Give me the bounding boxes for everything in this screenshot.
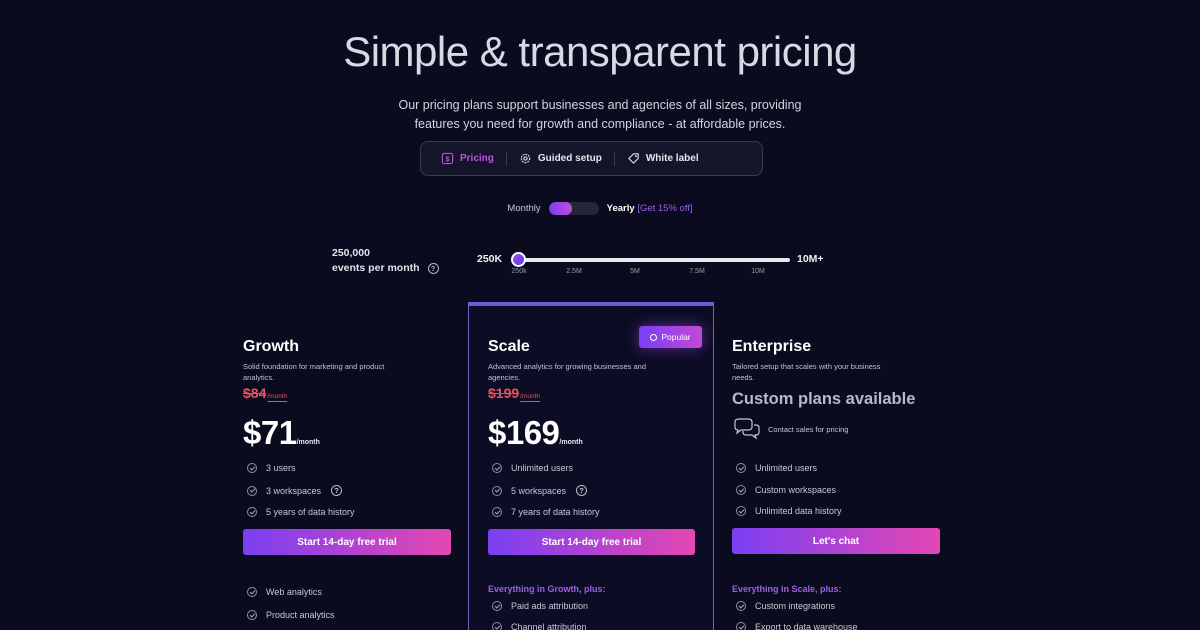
gear-icon <box>520 153 531 164</box>
events-slider-thumb[interactable] <box>511 252 526 267</box>
plan-name: Growth <box>243 338 299 355</box>
check-icon <box>736 485 746 495</box>
discount-label: [Get 15% off] <box>637 203 693 214</box>
feature-item: Custom integrations <box>736 601 835 611</box>
billing-toggle-row: Monthly Yearly [Get 15% off] <box>0 202 1200 215</box>
slider-min-label: 250K <box>477 253 503 265</box>
feature-item: Unlimited users <box>492 463 573 473</box>
tab-white-label[interactable]: White label <box>615 149 711 169</box>
toggle-fill <box>548 202 572 215</box>
feature-item: 7 years of data history <box>492 507 600 517</box>
feature-item: Custom workspaces <box>736 485 836 495</box>
section-title: Everything in Growth, plus: <box>488 584 606 594</box>
start-trial-button[interactable]: Start 14-day free trial <box>488 529 695 555</box>
check-icon <box>247 610 257 620</box>
monthly-label[interactable]: Monthly <box>507 203 540 214</box>
lets-chat-button[interactable]: Let's chat <box>732 528 940 554</box>
help-icon[interactable]: ? <box>576 485 588 496</box>
billing-toggle[interactable] <box>548 202 599 215</box>
popular-badge: Popular <box>639 326 702 348</box>
slider-tick: 7.5M <box>689 268 705 275</box>
tab-guided-setup[interactable]: Guided setup <box>507 149 614 169</box>
slider-tick: 2.5M <box>566 268 582 275</box>
feature-item: Unlimited data history <box>736 506 842 516</box>
contact-sales: Contact sales for pricing <box>732 418 848 440</box>
check-icon <box>492 507 502 517</box>
plan-description: Tailored setup that scales with your bus… <box>732 362 881 382</box>
feature-item: 5 years of data history <box>247 507 355 517</box>
pricing-tabs: $ Pricing Guided setup White label <box>420 141 763 176</box>
check-icon <box>247 587 257 597</box>
tag-icon <box>628 153 639 164</box>
feature-item: 3 users <box>247 463 296 473</box>
events-value: 250,000 <box>332 247 370 259</box>
feature-item: Product analytics <box>247 610 335 620</box>
page-subtitle: Our pricing plans support businesses and… <box>398 98 802 131</box>
plan-description: Solid foundation for marketing and produ… <box>243 362 385 382</box>
events-label: 250,000 events per month ? <box>332 246 439 276</box>
help-icon[interactable]: ? <box>427 263 439 274</box>
slider-tick: 5M <box>630 268 640 275</box>
custom-plans-label: Custom plans available <box>732 390 916 408</box>
old-price: $199/month <box>488 385 541 401</box>
tab-pricing[interactable]: $ Pricing <box>429 149 506 169</box>
check-icon <box>247 463 257 473</box>
help-icon[interactable]: ? <box>331 485 343 496</box>
start-trial-button[interactable]: Start 14-day free trial <box>243 529 451 555</box>
feature-item: Paid ads attribution <box>492 601 588 611</box>
old-price: $84/month <box>243 385 288 401</box>
check-icon <box>736 622 746 630</box>
check-icon <box>492 485 502 496</box>
price: $169/month <box>488 414 583 451</box>
slider-tick: 250k <box>511 268 527 275</box>
events-slider-track[interactable] <box>516 258 790 262</box>
plan-description: Advanced analytics for growing businesse… <box>488 362 647 382</box>
check-icon <box>492 463 502 473</box>
feature-item: Channel attribution <box>492 622 587 630</box>
feature-item: 3 workspaces? <box>247 485 343 496</box>
plan-name: Scale <box>488 338 530 355</box>
chat-icon <box>734 418 760 440</box>
check-icon <box>492 601 502 611</box>
feature-item: 5 workspaces? <box>492 485 588 496</box>
section-title: Everything in Scale, plus: <box>732 584 842 594</box>
star-icon <box>650 333 658 341</box>
check-icon <box>736 463 746 473</box>
feature-item: Export to data warehouse <box>736 622 858 630</box>
check-icon <box>492 622 502 630</box>
plan-name: Enterprise <box>732 338 812 355</box>
feature-item: Unlimited users <box>736 463 817 473</box>
check-icon <box>247 507 257 517</box>
feature-item: Web analytics <box>247 587 322 597</box>
page-title: Simple & transparent pricing <box>343 28 857 75</box>
slider-tick: 10M <box>751 268 765 275</box>
dollar-icon: $ <box>441 152 454 165</box>
price: $71/month <box>243 414 320 451</box>
yearly-label[interactable]: Yearly [Get 15% off] <box>607 203 693 214</box>
check-icon <box>736 601 746 611</box>
check-icon <box>736 506 746 516</box>
slider-max-label: 10M+ <box>797 253 824 265</box>
events-unit: events per month <box>332 262 420 274</box>
check-icon <box>247 485 257 496</box>
svg-text:$: $ <box>445 154 450 163</box>
